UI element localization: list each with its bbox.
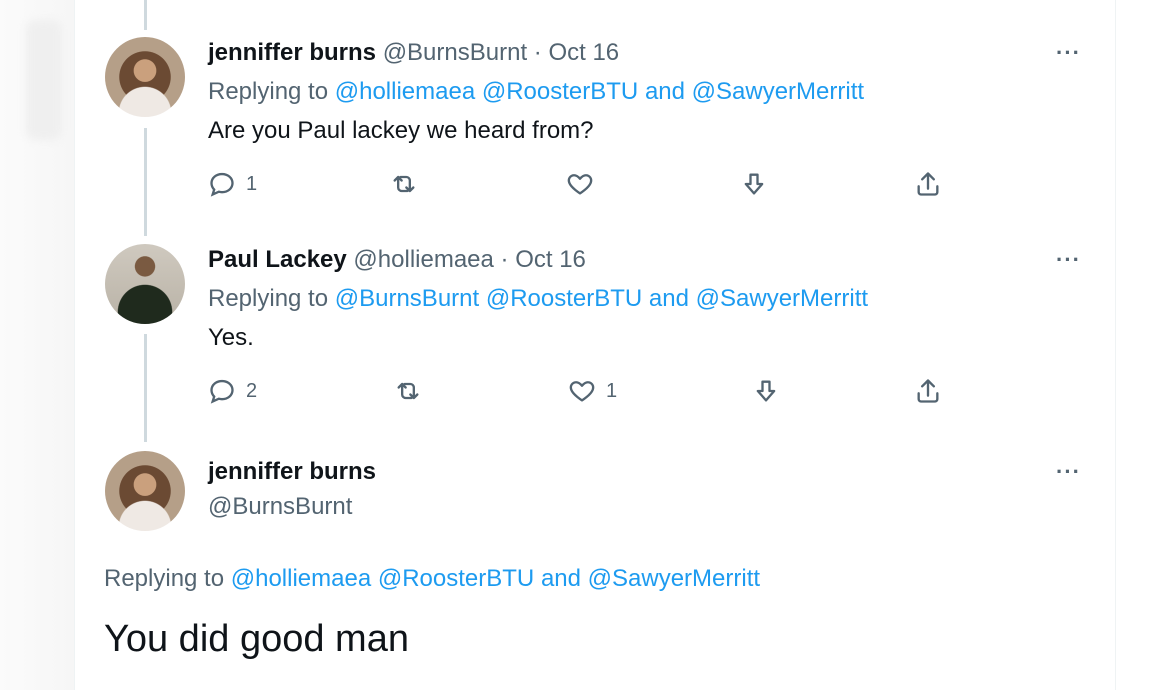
share-button[interactable] [914,377,942,405]
separator: · [500,246,509,273]
retweet-icon [397,382,419,400]
tweet-date[interactable]: Oct 16 [515,246,586,273]
like-button[interactable]: 1 [568,377,617,405]
like-button[interactable] [566,170,604,198]
avatar[interactable] [105,37,185,117]
reply-count: 1 [246,172,258,195]
reply-icon [210,379,234,404]
and-word: and [540,565,581,592]
like-count: 1 [606,379,618,402]
retweet-button[interactable] [390,170,428,198]
blurred-background-shape [26,20,62,140]
more-options-button[interactable]: ··· [1056,459,1081,485]
focused-tweet-text: You did good man [104,618,409,660]
tweet-header: jenniffer burns @BurnsBurnt · Oct 16 [208,38,619,68]
reply-button[interactable]: 1 [208,170,257,198]
thread-connector [144,128,147,236]
author-handle[interactable]: @BurnsBurnt [208,492,352,522]
author-name[interactable]: jenniffer burns [208,39,376,66]
mention-link[interactable]: @RoosterBTU [486,285,642,312]
heart-icon [567,174,593,195]
author-handle[interactable]: @holliemaea [353,246,493,273]
author-name[interactable]: jenniffer burns [208,457,376,487]
avatar[interactable] [105,451,185,531]
mention-link[interactable]: @SawyerMerritt [692,78,864,105]
mention-link[interactable]: @RoosterBTU [378,565,534,592]
separator: · [533,39,542,66]
share-icon [917,379,939,403]
replying-to-label: Replying to [208,78,329,105]
thread-connector [144,0,147,30]
reply-count: 2 [246,379,258,402]
share-button[interactable] [914,170,942,198]
replying-to-line: Replying to @holliemaea @RoosterBTU and … [208,77,864,107]
mention-link[interactable]: @RoosterBTU [482,78,638,105]
replying-to-label: Replying to [208,285,329,312]
left-background [0,0,74,690]
and-word: and [648,285,689,312]
downvote-icon [756,380,776,402]
mention-link[interactable]: @holliemaea [335,78,475,105]
tweet-date[interactable]: Oct 16 [548,39,619,66]
and-word: and [644,78,685,105]
author-name-text[interactable]: jenniffer burns [208,458,376,485]
downvote-button[interactable] [740,170,768,198]
more-options-button[interactable]: ··· [1056,40,1081,66]
author-handle[interactable]: @BurnsBurnt [383,39,527,66]
mention-link[interactable]: @SawyerMerritt [588,565,760,592]
mention-link[interactable]: @holliemaea [231,565,371,592]
mention-link[interactable]: @BurnsBurnt [335,285,479,312]
author-name[interactable]: Paul Lackey [208,246,347,273]
reply-icon [210,172,234,197]
downvote-icon [744,173,764,195]
retweet-button[interactable] [394,377,432,405]
heart-icon [569,381,595,402]
share-icon [917,172,939,196]
reply-button[interactable]: 2 [208,377,257,405]
tweet-text: Are you Paul lackey we heard from? [208,117,594,144]
replying-to-line: Replying to @BurnsBurnt @RoosterBTU and … [208,284,868,314]
replying-to-label: Replying to [104,565,225,592]
mention-link[interactable]: @SawyerMerritt [696,285,868,312]
replying-to-line: Replying to @holliemaea @RoosterBTU and … [104,564,760,594]
tweet-text: Yes. [208,324,254,351]
avatar[interactable] [105,244,185,324]
more-options-button[interactable]: ··· [1056,247,1081,273]
tweet-header: Paul Lackey @holliemaea · Oct 16 [208,245,586,275]
thread-connector [144,334,147,442]
downvote-button[interactable] [752,377,780,405]
retweet-icon [393,175,415,193]
